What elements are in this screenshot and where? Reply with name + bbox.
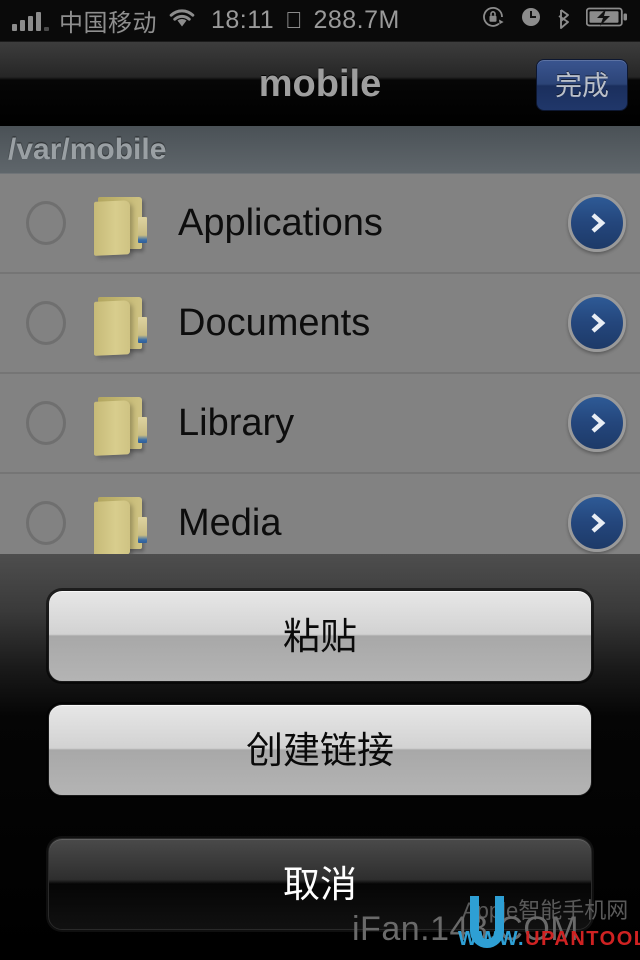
- alarm-clock-icon: [520, 6, 542, 35]
- create-link-button[interactable]: 创建链接: [48, 704, 592, 796]
- file-name-label: Documents: [178, 301, 371, 344]
- chevron-right-icon[interactable]: [568, 194, 626, 252]
- folder-icon: [94, 395, 148, 456]
- bluetooth-icon: [556, 4, 572, 37]
- cancel-button[interactable]: 取消: [48, 838, 592, 930]
- file-list-row[interactable]: Media: [0, 474, 640, 554]
- status-bar-left: 中国移动: [12, 3, 197, 38]
- selection-circle-icon[interactable]: [26, 201, 66, 245]
- status-bar-right: [480, 4, 628, 37]
- file-list-row[interactable]: Applications: [0, 174, 640, 274]
- free-memory-label: 288.7M: [296, 6, 399, 34]
- folder-icon: [94, 495, 148, 554]
- carrier-label: 中国移动: [59, 10, 157, 37]
- battery-charging-icon: [585, 6, 628, 35]
- rotation-lock-icon: [480, 4, 506, 37]
- file-name-label: Library: [178, 401, 295, 444]
- chevron-right-icon[interactable]: [568, 394, 626, 452]
- paste-button[interactable]: 粘贴: [48, 590, 592, 682]
- action-sheet: 粘贴 创建链接 取消: [0, 554, 640, 960]
- path-bar: /var/mobile: [0, 126, 640, 174]
- chevron-right-icon[interactable]: [568, 494, 626, 552]
- navigation-bar: mobile 完成: [0, 42, 640, 126]
- signal-bars-icon: [12, 11, 49, 31]
- current-path-label: /var/mobile: [8, 132, 167, 166]
- wifi-icon: [167, 6, 197, 35]
- selection-circle-icon[interactable]: [26, 401, 66, 445]
- file-name-label: Applications: [178, 201, 383, 244]
- folder-icon: [94, 195, 148, 256]
- file-name-label: Media: [178, 501, 282, 544]
- file-list-row[interactable]: Documents: [0, 274, 640, 374]
- file-list[interactable]: Applications Documents Library Media: [0, 174, 640, 554]
- clock-label: 18:11: [211, 6, 275, 34]
- status-bar-center: 18:11  288.7M: [211, 6, 480, 35]
- done-button[interactable]: 完成: [536, 59, 628, 111]
- folder-icon: [94, 295, 148, 356]
- selection-circle-icon[interactable]: [26, 301, 66, 345]
- chevron-right-icon[interactable]: [568, 294, 626, 352]
- apple-logo-icon: : [285, 9, 302, 32]
- file-list-row[interactable]: Library: [0, 374, 640, 474]
- status-bar: 中国移动 18:11  288.7M: [0, 0, 640, 42]
- selection-circle-icon[interactable]: [26, 501, 66, 545]
